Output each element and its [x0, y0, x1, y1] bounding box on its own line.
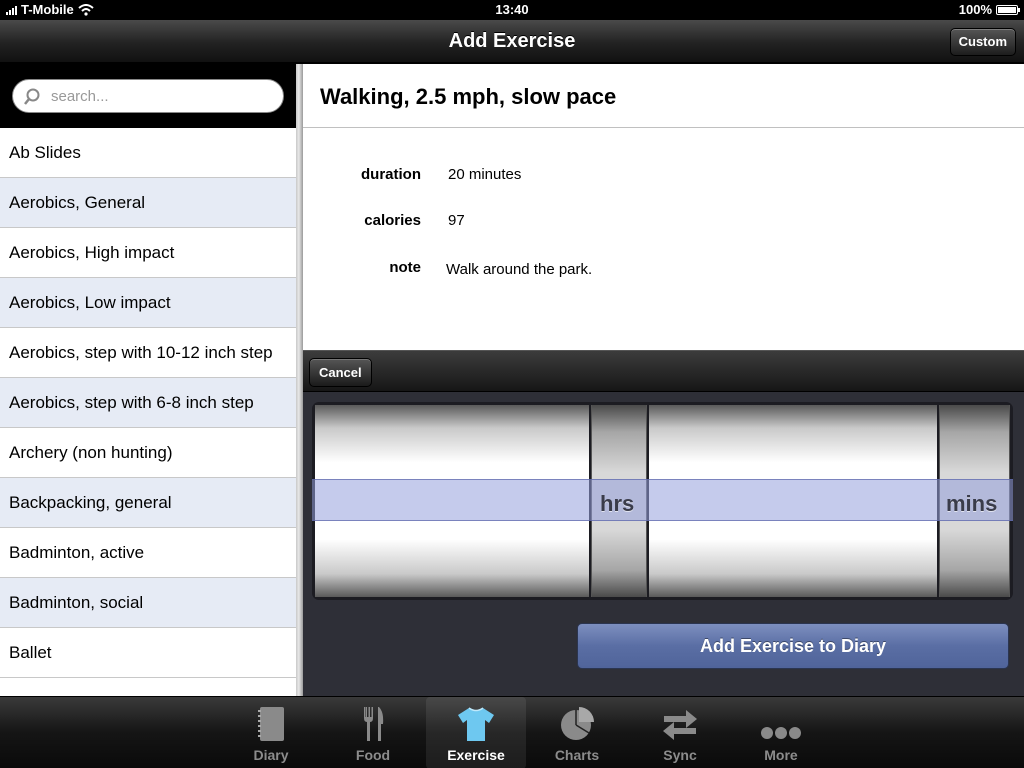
tab-more[interactable]: More: [731, 697, 831, 768]
tshirt-icon: [458, 707, 494, 741]
list-item[interactable]: Aerobics, General: [0, 178, 296, 228]
duration-label: duration: [361, 166, 421, 183]
list-item[interactable]: Ab Slides: [0, 128, 296, 178]
status-right: 100%: [958, 2, 1020, 17]
list-item[interactable]: Archery (non hunting): [0, 428, 296, 478]
custom-button[interactable]: Custom: [949, 28, 1016, 56]
exercise-detail: Walking, 2.5 mph, slow pace duration 20 …: [303, 64, 1024, 350]
fork-knife-icon: [364, 707, 384, 741]
picker-selection-band: [312, 479, 1013, 521]
cancel-button[interactable]: Cancel: [309, 358, 372, 387]
tab-label: More: [764, 747, 798, 763]
note-label: note: [389, 259, 421, 276]
list-item[interactable]: Badminton, active: [0, 528, 296, 578]
list-item[interactable]: Aerobics, step with 6-8 inch step: [0, 378, 296, 428]
tab-label: Food: [355, 747, 391, 763]
minutes-unit-label: mins: [946, 491, 998, 516]
notebook-icon: [258, 707, 284, 741]
hours-unit-label: hrs: [600, 491, 635, 516]
tab-food[interactable]: Food: [323, 697, 423, 768]
list-item[interactable]: Aerobics, Low impact: [0, 278, 296, 328]
search-bar: [0, 64, 296, 128]
split-divider: [296, 64, 303, 696]
tab-label: Sync: [663, 747, 697, 763]
calories-value[interactable]: 97: [448, 212, 465, 229]
tab-label: Diary: [253, 747, 289, 763]
list-item[interactable]: Badminton, social: [0, 578, 296, 628]
more-dots-icon: [761, 727, 801, 739]
status-bar: T-Mobile 13:40 100%: [0, 0, 1024, 20]
page-title: Add Exercise: [448, 30, 576, 52]
duration-picker: hrs mins: [312, 402, 1013, 600]
note-value[interactable]: Walk around the park.: [446, 261, 592, 278]
calories-label: calories: [364, 212, 421, 229]
exercise-title: Walking, 2.5 mph, slow pace: [303, 64, 1024, 128]
tab-label: Charts: [554, 747, 600, 763]
sync-arrows-icon: [663, 710, 697, 740]
search-field[interactable]: [12, 79, 284, 113]
app-root: T-Mobile 13:40 100% Add Exercise Custom: [0, 0, 1024, 768]
add-exercise-to-diary-button[interactable]: Add Exercise to Diary: [577, 623, 1009, 669]
battery-icon: [996, 4, 1020, 15]
list-item[interactable]: Aerobics, step with 10-12 inch step: [0, 328, 296, 378]
exercise-sidebar: Ab Slides Aerobics, General Aerobics, Hi…: [0, 64, 296, 696]
exercise-list: Ab Slides Aerobics, General Aerobics, Hi…: [0, 128, 296, 678]
duration-value[interactable]: 20 minutes: [448, 166, 521, 183]
picker-toolbar: Cancel: [303, 350, 1024, 392]
duration-picker-panel: Cancel hrs mins Add Exercise to Diary: [303, 350, 1024, 696]
list-item[interactable]: Aerobics, High impact: [0, 228, 296, 278]
tab-diary[interactable]: Diary: [221, 697, 321, 768]
list-item[interactable]: Backpacking, general: [0, 478, 296, 528]
list-item[interactable]: Ballet: [0, 628, 296, 678]
tab-label: Exercise: [447, 747, 505, 763]
tab-sync[interactable]: Sync: [630, 697, 730, 768]
pie-chart-icon: [561, 707, 594, 740]
tab-charts[interactable]: Charts: [527, 697, 627, 768]
battery-percent: 100%: [958, 2, 992, 17]
search-input[interactable]: [51, 80, 271, 112]
tab-exercise[interactable]: Exercise: [426, 697, 526, 768]
tab-bar: Diary Food Exercise Charts Sync More: [0, 696, 1024, 768]
navigation-bar: Add Exercise Custom: [0, 20, 1024, 63]
status-time: 13:40: [495, 2, 529, 17]
search-icon: [24, 88, 40, 105]
